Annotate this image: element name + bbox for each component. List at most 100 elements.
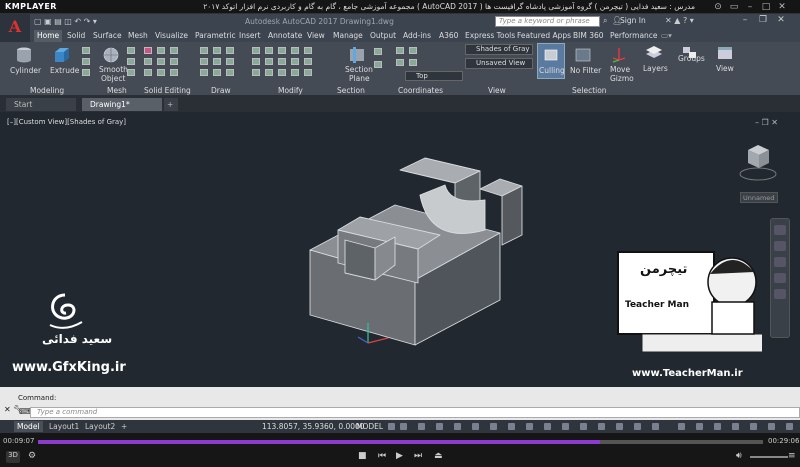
- acad-restore-icon[interactable]: ❐: [756, 15, 770, 28]
- section-plane-button[interactable]: Section: [345, 65, 373, 74]
- lineweight-icon[interactable]: [490, 423, 497, 430]
- eject-icon[interactable]: ⏏︎: [434, 451, 443, 461]
- tab-home[interactable]: Home: [34, 30, 63, 42]
- mesh-tool-icon[interactable]: [127, 58, 135, 65]
- copy-icon[interactable]: [278, 47, 286, 54]
- mesh-tool-icon[interactable]: [127, 69, 135, 76]
- quick-properties-icon[interactable]: [732, 423, 739, 430]
- trim-icon[interactable]: [304, 47, 312, 54]
- polar-icon[interactable]: [436, 423, 443, 430]
- add-layout-icon[interactable]: +: [118, 421, 130, 432]
- ortho-icon[interactable]: [418, 423, 425, 430]
- coordinate-readout[interactable]: 113.8057, 35.9360, 0.0000: [262, 422, 365, 431]
- groups-button[interactable]: Groups: [678, 54, 705, 63]
- player-3d-icon[interactable]: 3D: [6, 451, 20, 463]
- workspace-gear-icon[interactable]: [678, 423, 685, 430]
- play-icon[interactable]: ▶: [396, 451, 403, 461]
- mesh-tool-icon[interactable]: [127, 47, 135, 54]
- file-tab-drawing1[interactable]: Drawing1*: [82, 98, 162, 111]
- layers-button[interactable]: Layers: [643, 64, 668, 73]
- erase-icon[interactable]: [291, 47, 299, 54]
- ucs-world-icon[interactable]: [409, 47, 417, 54]
- selection-cycling-icon[interactable]: [526, 423, 533, 430]
- move-gizmo-icon[interactable]: [609, 46, 629, 64]
- thicken-icon[interactable]: [144, 69, 152, 76]
- annotation-monitor-icon[interactable]: [696, 423, 703, 430]
- circle-icon[interactable]: [226, 47, 234, 54]
- break-icon[interactable]: [304, 69, 312, 76]
- customization-icon[interactable]: [786, 423, 793, 430]
- cylinder-button[interactable]: Cylinder: [10, 66, 41, 75]
- layout-tab-model[interactable]: Model: [14, 421, 43, 432]
- arc-icon[interactable]: [200, 58, 208, 65]
- scale-icon[interactable]: [265, 58, 273, 65]
- ucs-menu-dropdown[interactable]: Unnamed: [740, 192, 778, 203]
- 3d-solid-model[interactable]: [300, 155, 540, 350]
- auto-scale-icon[interactable]: [634, 423, 641, 430]
- view-direction-dropdown[interactable]: Top: [405, 71, 463, 81]
- panel-solid-editing[interactable]: Solid Editing: [144, 86, 191, 95]
- subtract-icon[interactable]: [157, 47, 165, 54]
- ucs-3point-icon[interactable]: [409, 59, 417, 66]
- union-icon[interactable]: [144, 47, 152, 54]
- intersect-icon[interactable]: [170, 47, 178, 54]
- offset-icon[interactable]: [291, 58, 299, 65]
- tab-solid[interactable]: Solid: [64, 30, 88, 42]
- selection-filter-icon[interactable]: [580, 423, 587, 430]
- next-icon[interactable]: ⏭︎: [414, 451, 422, 461]
- acad-close-icon[interactable]: ✕: [774, 15, 788, 28]
- player-logo[interactable]: KMPLAYER: [5, 2, 57, 11]
- join-icon[interactable]: [291, 69, 299, 76]
- ellipse-icon[interactable]: [213, 69, 221, 76]
- tab-output[interactable]: Output: [367, 30, 399, 42]
- hatch-icon[interactable]: [226, 58, 234, 65]
- extrude-icon[interactable]: [52, 46, 72, 64]
- move-icon[interactable]: [252, 47, 260, 54]
- zoom-extents-icon[interactable]: [774, 257, 786, 267]
- steering-wheel-icon[interactable]: [774, 225, 786, 235]
- volume-icon[interactable]: 🔊︎: [736, 451, 742, 461]
- cylinder-icon[interactable]: [14, 46, 34, 64]
- player-minimize-icon[interactable]: –: [744, 1, 756, 13]
- volume-slider[interactable]: [750, 456, 788, 458]
- imprint-icon[interactable]: [157, 69, 165, 76]
- polyline-icon[interactable]: [213, 47, 221, 54]
- player-maximize-icon[interactable]: □: [760, 1, 772, 13]
- tab-a360[interactable]: A360: [436, 30, 461, 42]
- player-settings-icon[interactable]: ⚙︎: [28, 451, 36, 461]
- panel-selection[interactable]: Selection: [572, 86, 607, 95]
- acad-minimize-icon[interactable]: –: [738, 15, 752, 28]
- dynamic-ucs-icon[interactable]: [562, 423, 569, 430]
- transparency-icon[interactable]: [508, 423, 515, 430]
- mirror-icon[interactable]: [252, 58, 260, 65]
- extrude-button[interactable]: Extrude: [50, 66, 79, 75]
- previous-icon[interactable]: ⏮︎: [378, 451, 386, 461]
- visual-style-dropdown[interactable]: Shades of Gray: [465, 44, 533, 55]
- panel-modeling[interactable]: Modeling: [30, 86, 64, 95]
- layout-tab-layout2[interactable]: Layout2: [82, 421, 118, 432]
- smooth-object-icon[interactable]: [101, 46, 121, 64]
- panel-mesh[interactable]: Mesh: [107, 86, 127, 95]
- isolate-objects-icon[interactable]: [768, 423, 775, 430]
- tab-manage[interactable]: Manage: [330, 30, 366, 42]
- fillet-edge-icon[interactable]: [157, 58, 165, 65]
- panel-modify[interactable]: Modify: [278, 86, 303, 95]
- 3d-osnap-icon[interactable]: [544, 423, 551, 430]
- layout-tab-layout1[interactable]: Layout1: [46, 421, 82, 432]
- fillet-icon[interactable]: [252, 69, 260, 76]
- annotation-scale-icon[interactable]: [652, 423, 659, 430]
- no-filter-icon[interactable]: [573, 46, 593, 64]
- spline-icon[interactable]: [226, 69, 234, 76]
- player-close-icon[interactable]: ✕: [776, 1, 788, 13]
- tab-performance[interactable]: Performance: [607, 30, 661, 42]
- array-icon[interactable]: [278, 58, 286, 65]
- hardware-acceleration-icon[interactable]: [750, 423, 757, 430]
- model-space-button[interactable]: MODEL: [356, 422, 383, 431]
- quick-access-toolbar[interactable]: ▢ ▣ ▤ ◫ ↶ ↷ ▾: [34, 17, 97, 26]
- shell-icon[interactable]: [170, 69, 178, 76]
- ribbon-collapse-icon[interactable]: ▭▾: [658, 30, 675, 42]
- smooth-object-button[interactable]: Smooth: [99, 65, 128, 74]
- otrack-icon[interactable]: [472, 423, 479, 430]
- osnap-icon[interactable]: [454, 423, 461, 430]
- panel-coordinates[interactable]: Coordinates: [398, 86, 443, 95]
